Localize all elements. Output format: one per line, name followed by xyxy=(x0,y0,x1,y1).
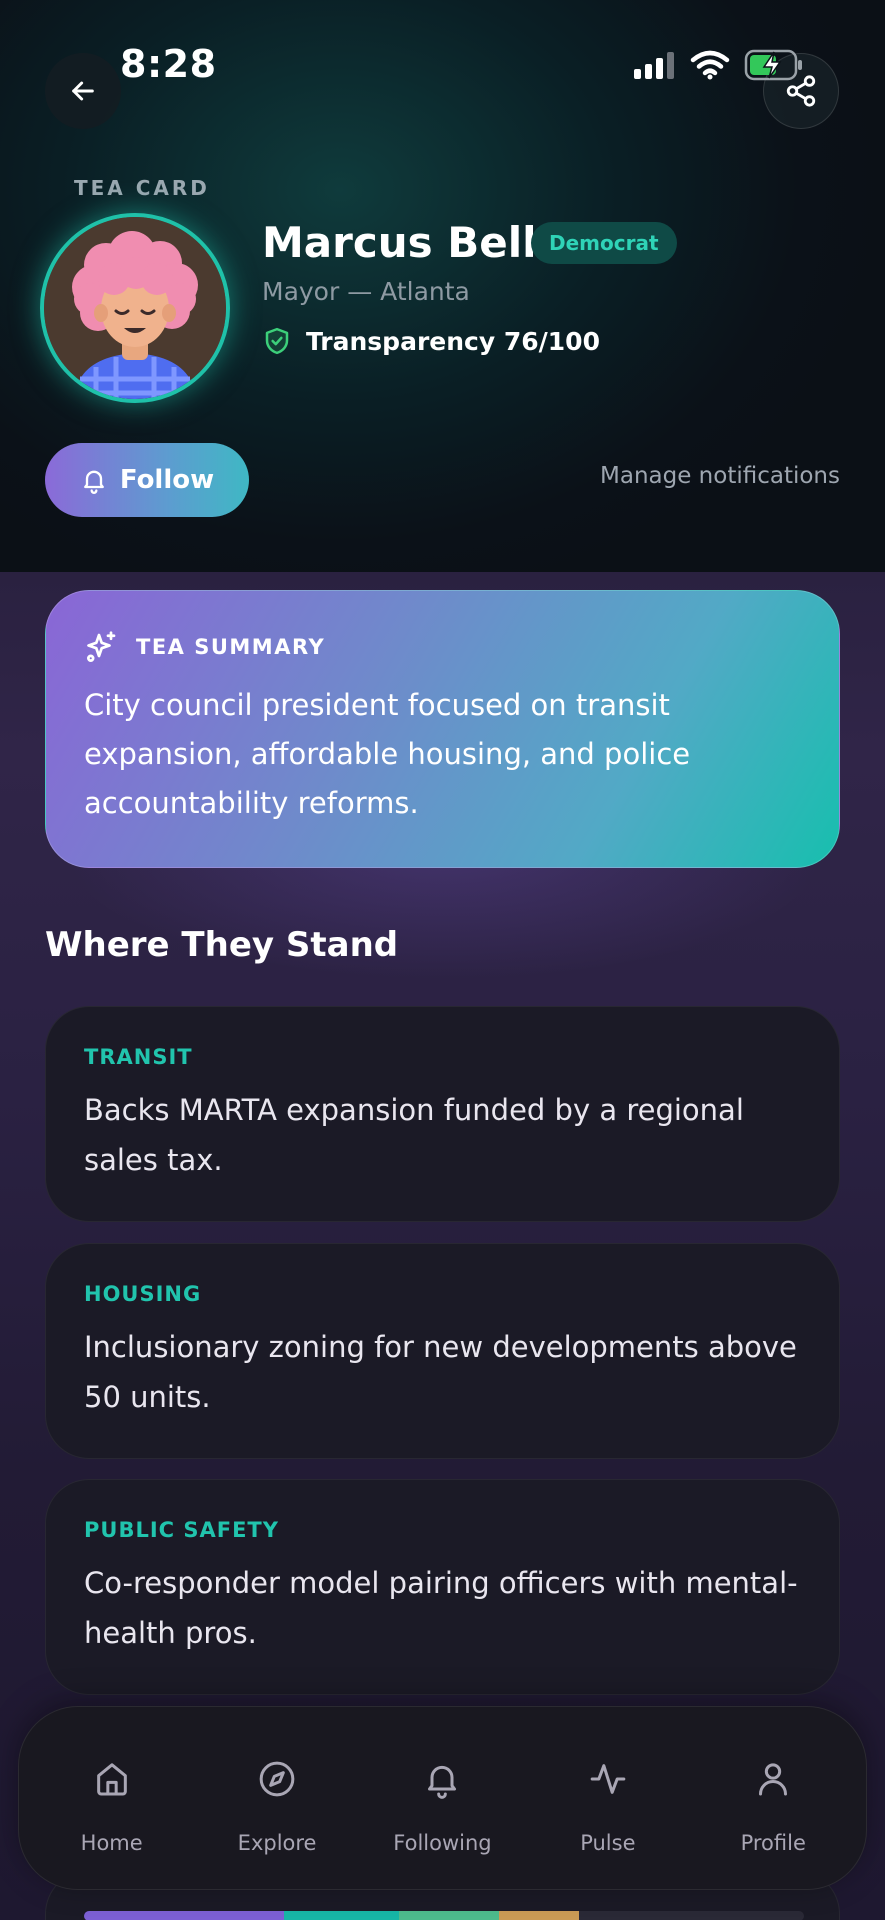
bell-icon xyxy=(83,470,104,494)
battery-charging-icon xyxy=(744,49,802,81)
tab-home[interactable]: Home xyxy=(37,1707,187,1891)
stance-text: Co-responder model pairing officers with… xyxy=(84,1566,798,1650)
arrow-left-icon xyxy=(72,81,94,101)
politician-name: Marcus Bell xyxy=(262,218,537,267)
stance-topic: HOUSING xyxy=(84,1282,202,1306)
bell-icon xyxy=(428,1765,457,1799)
user-icon xyxy=(759,1763,788,1796)
stance-text: Backs MARTA expansion funded by a region… xyxy=(84,1093,744,1177)
stance-topic: PUBLIC SAFETY xyxy=(84,1518,279,1542)
follow-button[interactable]: Follow xyxy=(45,443,249,517)
bottom-tab-bar: Home Explore Following Pulse Profile xyxy=(18,1706,867,1890)
back-button[interactable] xyxy=(45,53,121,129)
tab-label: Profile xyxy=(740,1831,806,1855)
tab-label: Following xyxy=(393,1831,492,1855)
avatar xyxy=(40,213,230,403)
status-icons xyxy=(632,48,804,82)
partial-card-bar xyxy=(84,1911,804,1920)
wifi-icon xyxy=(690,50,730,80)
tab-label: Home xyxy=(80,1831,143,1855)
summary-title: TEA SUMMARY xyxy=(136,635,326,659)
card-eyebrow: TEA CARD xyxy=(74,176,210,200)
summary-text: City council president focused on transi… xyxy=(84,688,691,820)
stance-card-transit[interactable]: TRANSIT Backs MARTA expansion funded by … xyxy=(45,1006,840,1222)
status-time: 8:28 xyxy=(120,42,217,86)
stance-card-housing[interactable]: HOUSING Inclusionary zoning for new deve… xyxy=(45,1243,840,1459)
tab-label: Explore xyxy=(237,1831,317,1855)
shield-check-icon xyxy=(265,327,289,355)
stance-topic: TRANSIT xyxy=(84,1045,193,1069)
tab-following[interactable]: Following xyxy=(367,1707,517,1891)
stance-text: Inclusionary zoning for new developments… xyxy=(84,1330,797,1414)
pulse-icon xyxy=(590,1764,626,1794)
transparency-label: Transparency 76/100 xyxy=(306,326,600,356)
party-badge: Democrat xyxy=(531,222,677,264)
signal-icon xyxy=(634,52,674,79)
tab-profile[interactable]: Profile xyxy=(698,1707,848,1891)
section-title: Where They Stand xyxy=(45,925,399,965)
transparency-score: Transparency 76/100 xyxy=(262,326,600,356)
stance-card-public-safety[interactable]: PUBLIC SAFETY Co-responder model pairing… xyxy=(45,1479,840,1695)
tea-summary-card: TEA SUMMARY City council president focus… xyxy=(45,590,840,868)
tab-label: Pulse xyxy=(580,1831,636,1855)
compass-icon xyxy=(259,1761,295,1797)
follow-label: Follow xyxy=(119,465,215,495)
summary-header: TEA SUMMARY xyxy=(84,629,325,665)
tab-explore[interactable]: Explore xyxy=(202,1707,352,1891)
tab-pulse[interactable]: Pulse xyxy=(533,1707,683,1891)
politician-role: Mayor — Atlanta xyxy=(262,277,470,306)
manage-notifications-link[interactable]: Manage notifications xyxy=(600,463,840,489)
avatar-illustration xyxy=(44,217,226,399)
home-icon xyxy=(96,1763,127,1796)
sparkles-icon xyxy=(87,631,116,662)
